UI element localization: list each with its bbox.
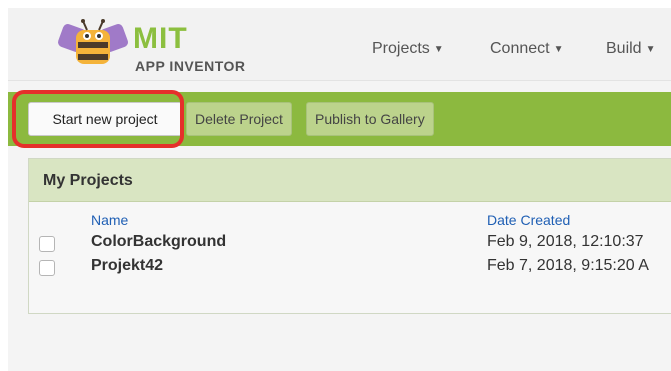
start-button-highlight	[12, 90, 184, 148]
app-window: MIT APP INVENTOR Projects ▼ Connect ▼ Buil…	[8, 8, 671, 371]
menu-connect-label: Connect	[490, 40, 550, 57]
project-date-created: Feb 9, 2018, 12:10:37	[487, 233, 644, 250]
row-checkbox[interactable]	[39, 260, 55, 276]
table-row[interactable]: ColorBackground Feb 9, 2018, 12:10:37	[29, 232, 671, 254]
bee-logo-icon	[58, 19, 128, 64]
my-projects-panel: My Projects Name Date Created ColorBackg…	[28, 158, 671, 314]
row-checkbox[interactable]	[39, 236, 55, 252]
chevron-down-icon: ▼	[645, 44, 656, 55]
menu-projects-label: Projects	[372, 40, 430, 57]
top-header: MIT APP INVENTOR Projects ▼ Connect ▼ Buil…	[8, 8, 671, 81]
projects-table: Name Date Created ColorBackground Feb 9,…	[29, 202, 671, 313]
chevron-down-icon: ▼	[433, 44, 444, 55]
menu-build-label: Build	[606, 40, 642, 57]
project-date-created: Feb 7, 2018, 9:15:20 A	[487, 257, 649, 274]
column-header-name[interactable]: Name	[91, 212, 128, 228]
brand-name: MIT	[133, 22, 188, 55]
chevron-down-icon: ▼	[553, 44, 564, 55]
menu-connect[interactable]: Connect ▼	[490, 40, 564, 58]
delete-project-button[interactable]: Delete Project	[186, 102, 292, 136]
app-inventor-logo[interactable]: MIT APP INVENTOR	[56, 16, 246, 74]
table-row[interactable]: Projekt42 Feb 7, 2018, 9:15:20 A	[29, 256, 671, 278]
project-name[interactable]: ColorBackground	[91, 233, 226, 251]
menu-build[interactable]: Build ▼	[606, 40, 655, 58]
panel-header: My Projects	[29, 159, 671, 202]
project-name[interactable]: Projekt42	[91, 257, 163, 275]
menu-projects[interactable]: Projects ▼	[372, 40, 444, 58]
panel-title: My Projects	[43, 172, 133, 189]
publish-to-gallery-button[interactable]: Publish to Gallery	[306, 102, 434, 136]
brand-subtitle: APP INVENTOR	[135, 58, 246, 74]
column-header-date-created[interactable]: Date Created	[487, 212, 570, 228]
